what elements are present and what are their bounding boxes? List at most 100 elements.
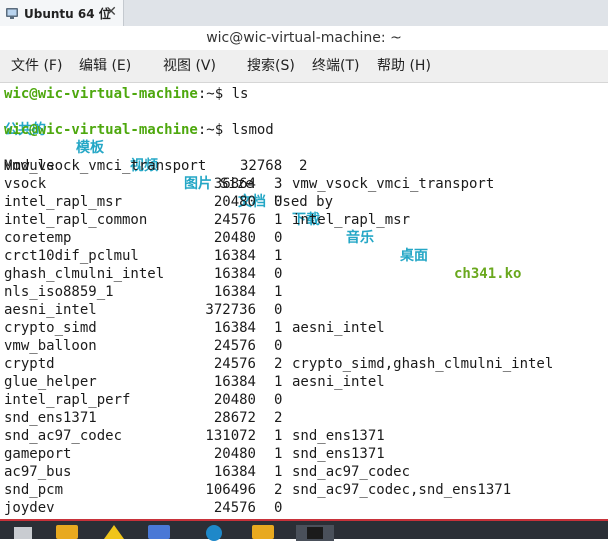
prompt-path: :~$ [197, 86, 232, 102]
lsmod-row: cryptd 24576 2 crypto_simd,ghash_clmulni_in… [0, 355, 608, 373]
module-used-by: snd_ens1371 [292, 446, 385, 462]
module-name: ghash_clmulni_intel [4, 266, 165, 282]
module-name: joydev [4, 500, 55, 516]
module-name: crct10dif_pclmul [4, 248, 139, 264]
module-name: vmw_balloon [4, 338, 97, 354]
lsmod-row: snd_ac97_codec 131072 1 snd_ens1371 [0, 427, 608, 445]
module-use-count: 0 [274, 500, 283, 516]
module-name: nls_iso8859_1 [4, 284, 114, 300]
lsmod-row: intel_rapl_common 24576 1 intel_rapl_msr [0, 211, 608, 229]
module-use-count: 0 [274, 302, 283, 318]
terminal-output[interactable]: wic@wic-virtual-machine:~$ ls 公共的 模板 视频 … [0, 83, 608, 519]
lsmod-row: crct10dif_pclmul 16384 1 [0, 247, 608, 265]
module-size: 24576 [213, 338, 256, 354]
command-text: lsmod [231, 122, 274, 138]
module-size: 16384 [213, 374, 256, 390]
module-used-by: snd_ens1371 [292, 428, 385, 444]
module-name: cryptd [4, 356, 55, 372]
module-use-count: 1 [274, 464, 283, 480]
lsmod-row: ac97_bus 16384 1 snd_ac97_codec [0, 463, 608, 481]
module-name: glue_helper [4, 374, 97, 390]
lsmod-row: vmw_balloon 24576 0 [0, 337, 608, 355]
module-used-by: intel_rapl_msr [292, 212, 411, 228]
lsmod-row: vmw_vsock_vmci_transport 32768 2 [4, 158, 308, 174]
vm-tab-ubuntu[interactable]: Ubuntu 64 位 ✕ [0, 0, 124, 26]
menu-file[interactable]: 文件 (F) [11, 57, 62, 75]
module-size: 20480 [213, 230, 256, 246]
module-size: 20480 [213, 392, 256, 408]
prompt-user: wic@wic-virtual-machine [4, 122, 198, 138]
module-name: coretemp [4, 230, 72, 246]
module-name: ac97_bus [4, 464, 72, 480]
menu-help[interactable]: 帮助 (H) [377, 57, 431, 75]
module-used-by: aesni_intel [292, 374, 385, 390]
lsmod-row: gameport 20480 1 snd_ens1371 [0, 445, 608, 463]
lsmod-row: crypto_simd 16384 1 aesni_intel [0, 319, 608, 337]
window-title: wic@wic-virtual-machine: ~ [206, 30, 402, 46]
module-use-count: 0 [274, 266, 283, 282]
module-size: 106496 [205, 482, 256, 498]
lsmod-row: glue_helper 16384 1 aesni_intel [0, 373, 608, 391]
lsmod-row: coretemp 20480 0 [0, 229, 608, 247]
taskbar [0, 519, 608, 541]
module-use-count: 0 [274, 392, 283, 408]
module-used-by: snd_ac97_codec [292, 464, 411, 480]
module-use-count: 1 [274, 248, 283, 264]
module-size: 24576 [213, 212, 256, 228]
lsmod-row: snd_ens1371 28672 2 [0, 409, 608, 427]
module-use-count: 0 [274, 194, 283, 210]
prompt-path: :~$ [197, 122, 232, 138]
prompt-line: wic@wic-virtual-machine:~$ lsmod [4, 121, 274, 139]
module-size: 24576 [213, 500, 256, 516]
module-size: 131072 [205, 428, 256, 444]
module-use-count: 1 [274, 212, 283, 228]
module-use-count: 2 [274, 410, 283, 426]
module-name: crypto_simd [4, 320, 97, 336]
module-use-count: 1 [274, 374, 283, 390]
lsmod-row: ghash_clmulni_intel 16384 0 [0, 265, 608, 283]
module-name: aesni_intel [4, 302, 97, 318]
ls-output: 公共的 模板 视频 图片 文档 下载 音乐 桌面 ch341.ko [4, 103, 521, 282]
module-size: 16384 [213, 284, 256, 300]
prompt-line: wic@wic-virtual-machine:~$ ls [4, 85, 248, 103]
close-icon[interactable]: ✕ [105, 4, 117, 20]
module-use-count: 1 [274, 428, 283, 444]
lsmod-row: intel_rapl_msr 20480 0 [0, 193, 608, 211]
module-size: 16384 [213, 320, 256, 336]
module-use-count: 1 [274, 320, 283, 336]
lsmod-row: snd_pcm 106496 2 snd_ac97_codec,snd_ens1371 [0, 481, 608, 499]
menu-terminal[interactable]: 终端(T) [312, 57, 359, 75]
menu-edit[interactable]: 编辑 (E) [79, 57, 131, 75]
lsmod-row: joydev 24576 0 [0, 499, 608, 517]
lsmod-row: nls_iso8859_1 16384 1 [0, 283, 608, 301]
module-size: 372736 [205, 302, 256, 318]
module-name: snd_ac97_codec [4, 428, 123, 444]
vm-tab-label: Ubuntu 64 位 [24, 6, 111, 21]
module-use-count: 3 [274, 176, 283, 192]
menu-bar: 文件 (F) 编辑 (E) 视图 (V) 搜索(S) 终端(T) 帮助 (H) [0, 50, 608, 83]
lsmod-row: intel_rapl_perf 20480 0 [0, 391, 608, 409]
vm-tab-strip: Ubuntu 64 位 ✕ [0, 0, 608, 27]
lsmod-header: Module Size Used by [0, 139, 608, 210]
module-used-by: vmw_vsock_vmci_transport [292, 176, 495, 192]
module-name: gameport [4, 446, 72, 462]
module-use-count: 2 [274, 482, 283, 498]
module-size: 16384 [213, 248, 256, 264]
vm-icon [6, 8, 18, 19]
module-name: vsock [4, 176, 47, 192]
module-use-count: 1 [274, 284, 283, 300]
module-name: intel_rapl_msr [4, 194, 123, 210]
module-size: 20480 [213, 194, 256, 210]
module-size: 16384 [213, 266, 256, 282]
module-used-by: aesni_intel [292, 320, 385, 336]
module-size: 16384 [213, 464, 256, 480]
lsmod-row: aesni_intel 372736 0 [0, 301, 608, 319]
menu-search[interactable]: 搜索(S) [247, 57, 295, 75]
module-use-count: 2 [274, 356, 283, 372]
module-name: snd_ens1371 [4, 410, 97, 426]
module-used-by: snd_ac97_codec,snd_ens1371 [292, 482, 512, 498]
module-name: intel_rapl_common [4, 212, 148, 228]
menu-view[interactable]: 视图 (V) [163, 57, 216, 75]
module-name: snd_pcm [4, 482, 64, 498]
module-size: 20480 [213, 446, 256, 462]
